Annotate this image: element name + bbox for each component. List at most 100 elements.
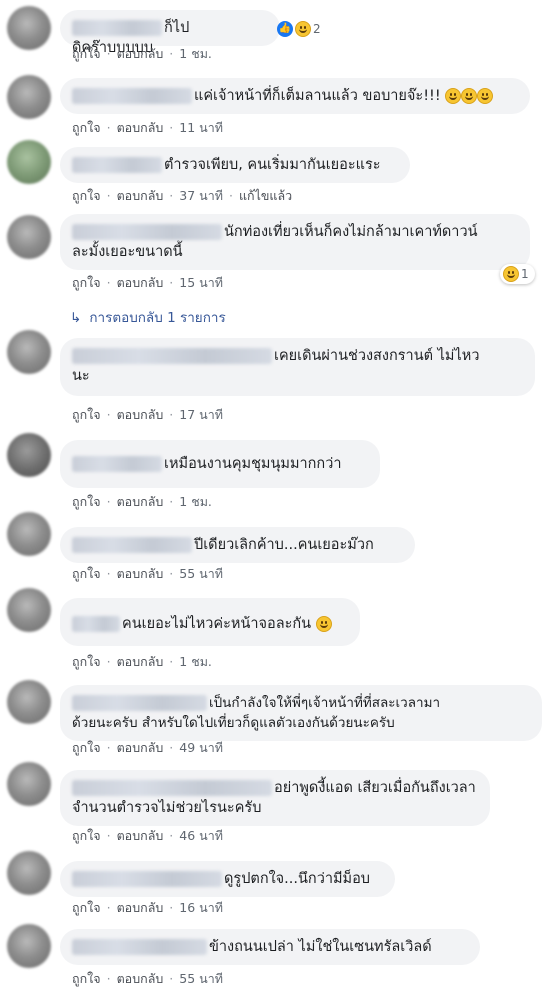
- comment-actions: ถูกใจ · ตอบกลับ · 46 นาที: [72, 828, 223, 843]
- avatar[interactable]: [7, 762, 51, 806]
- comment-text-line1: เป็นกำลังใจให้พี่ๆเจ้าหน้าที่ที่สละเวลาม…: [209, 695, 441, 711]
- grin-emoji-icon: [477, 88, 494, 104]
- like-reaction-icon: 👍: [277, 21, 293, 37]
- like-link[interactable]: ถูกใจ: [72, 900, 101, 915]
- timestamp[interactable]: 1 ชม.: [179, 46, 212, 61]
- comment-bubble: ตำรวจเพียบ, คนเริ่มมากันเยอะแระ: [60, 147, 410, 183]
- blurred-username[interactable]: [72, 157, 162, 173]
- comment-bubble: แค่เจ้าหน้าที่ก็เต็มลานแล้ว ขอบายจ๊ะ!!!: [60, 78, 530, 114]
- reaction-summary[interactable]: 1: [500, 264, 535, 284]
- comment-bubble: อย่าพูดงี้แอด เสียวเมื่อกันถึงเวลา จำนวน…: [60, 770, 490, 826]
- comment-actions: ถูกใจ · ตอบกลับ · 1 ชม.: [72, 46, 212, 61]
- like-link[interactable]: ถูกใจ: [72, 46, 101, 61]
- view-replies-link[interactable]: ↳ การตอบกลับ 1 รายการ: [70, 306, 226, 328]
- timestamp[interactable]: 11 นาที: [179, 120, 223, 135]
- reaction-count: 2: [313, 22, 321, 36]
- comment-text: ข้างถนนเปล่า ไม่ใช่ในเซนทรัลเวิลด์: [209, 939, 432, 955]
- timestamp[interactable]: 15 นาที: [179, 275, 223, 290]
- reply-arrow-icon: ↳: [70, 310, 82, 326]
- comment-text-line2: ด้วยนะครับ สำหรับใดไปเที่ยวก็ดูแลตัวเองก…: [72, 715, 395, 731]
- blurred-username[interactable]: [72, 939, 207, 955]
- wow-reaction-icon: [295, 21, 311, 37]
- blurred-username[interactable]: [72, 780, 272, 796]
- timestamp[interactable]: 16 นาที: [179, 900, 223, 915]
- comment-text-line1: เคยเดินผ่านช่วงสงกรานต์ ไม่ไหว: [274, 348, 480, 364]
- comment-text: ปีเดียวเลิกค้าบ...คนเยอะม๊วก: [194, 537, 374, 553]
- like-link[interactable]: ถูกใจ: [72, 828, 101, 843]
- reply-link[interactable]: ตอบกลับ: [117, 494, 164, 509]
- comment-text-line2: นะ: [72, 368, 90, 384]
- blurred-username[interactable]: [72, 695, 207, 711]
- comment-text: ตำรวจเพียบ, คนเริ่มมากันเยอะแระ: [164, 157, 381, 173]
- like-link[interactable]: ถูกใจ: [72, 566, 101, 581]
- comment-actions: ถูกใจ · ตอบกลับ · 1 ชม.: [72, 654, 212, 669]
- replies-label: การตอบกลับ 1 รายการ: [89, 310, 226, 326]
- blurred-username[interactable]: [72, 20, 162, 36]
- edited-label[interactable]: แก้ไขแล้ว: [239, 188, 292, 203]
- comment-bubble: เคยเดินผ่านช่วงสงกรานต์ ไม่ไหว นะ: [60, 338, 535, 396]
- blurred-username[interactable]: [72, 871, 222, 887]
- avatar[interactable]: [7, 215, 51, 259]
- comment-bubble: นักท่องเที่ยวเห็นก็คงไม่กล้ามาเคาท์ดาวน์…: [60, 214, 530, 270]
- like-link[interactable]: ถูกใจ: [72, 971, 101, 986]
- grin-emoji-icon: [315, 616, 332, 632]
- like-link[interactable]: ถูกใจ: [72, 740, 101, 755]
- like-link[interactable]: ถูกใจ: [72, 494, 101, 509]
- comment-actions: ถูกใจ · ตอบกลับ · 49 นาที: [72, 740, 223, 755]
- reply-link[interactable]: ตอบกลับ: [117, 900, 164, 915]
- timestamp[interactable]: 1 ชม.: [179, 654, 212, 669]
- comment-bubble: ดูรูปตกใจ...นึกว่ามีม็อบ: [60, 861, 395, 897]
- reply-link[interactable]: ตอบกลับ: [117, 188, 164, 203]
- reaction-summary[interactable]: 👍 2: [274, 19, 327, 39]
- avatar[interactable]: [7, 433, 51, 477]
- timestamp[interactable]: 55 นาที: [179, 971, 223, 986]
- avatar[interactable]: [7, 680, 51, 724]
- comment-text: ดูรูปตกใจ...นึกว่ามีม็อบ: [224, 871, 371, 887]
- reply-link[interactable]: ตอบกลับ: [117, 275, 164, 290]
- comment-actions: ถูกใจ · ตอบกลับ · 11 นาที: [72, 120, 223, 135]
- timestamp[interactable]: 49 นาที: [179, 740, 223, 755]
- like-link[interactable]: ถูกใจ: [72, 654, 101, 669]
- grin-emoji-icon: [461, 88, 478, 104]
- comment-bubble: ข้างถนนเปล่า ไม่ใช่ในเซนทรัลเวิลด์: [60, 929, 480, 965]
- timestamp[interactable]: 17 นาที: [179, 407, 223, 422]
- timestamp[interactable]: 37 นาที: [179, 188, 223, 203]
- comment-bubble: เป็นกำลังใจให้พี่ๆเจ้าหน้าที่ที่สละเวลาม…: [60, 685, 542, 741]
- reply-link[interactable]: ตอบกลับ: [117, 566, 164, 581]
- reply-link[interactable]: ตอบกลับ: [117, 654, 164, 669]
- blurred-username[interactable]: [72, 88, 192, 104]
- avatar[interactable]: [7, 140, 51, 184]
- blurred-username[interactable]: [72, 537, 192, 553]
- blurred-username[interactable]: [72, 456, 162, 472]
- like-link[interactable]: ถูกใจ: [72, 275, 101, 290]
- reply-link[interactable]: ตอบกลับ: [117, 46, 164, 61]
- comment-text: แค่เจ้าหน้าที่ก็เต็มลานแล้ว ขอบายจ๊ะ!!!: [194, 88, 441, 104]
- avatar[interactable]: [7, 75, 51, 119]
- avatar[interactable]: [7, 851, 51, 895]
- comment-actions: ถูกใจ · ตอบกลับ · 55 นาที: [72, 566, 223, 581]
- blurred-username[interactable]: [72, 348, 272, 364]
- like-link[interactable]: ถูกใจ: [72, 407, 101, 422]
- blurred-username[interactable]: [72, 224, 222, 240]
- blurred-username[interactable]: [72, 616, 120, 632]
- like-link[interactable]: ถูกใจ: [72, 188, 101, 203]
- reply-link[interactable]: ตอบกลับ: [117, 407, 164, 422]
- comment-text-line1: อย่าพูดงี้แอด เสียวเมื่อกันถึงเวลา: [274, 780, 476, 796]
- timestamp[interactable]: 55 นาที: [179, 566, 223, 581]
- timestamp[interactable]: 1 ชม.: [179, 494, 212, 509]
- like-link[interactable]: ถูกใจ: [72, 120, 101, 135]
- avatar[interactable]: [7, 924, 51, 968]
- comment-actions: ถูกใจ · ตอบกลับ · 37 นาที · แก้ไขแล้ว: [72, 188, 293, 203]
- comment-text: เหมือนงานคุมชุมนุมมากกว่า: [164, 456, 342, 472]
- reply-link[interactable]: ตอบกลับ: [117, 971, 164, 986]
- avatar[interactable]: [7, 512, 51, 556]
- avatar[interactable]: [7, 6, 51, 50]
- reply-link[interactable]: ตอบกลับ: [117, 828, 164, 843]
- grin-emoji-icon: [445, 88, 462, 104]
- comment-actions: ถูกใจ · ตอบกลับ · 16 นาที: [72, 900, 223, 915]
- avatar[interactable]: [7, 330, 51, 374]
- avatar[interactable]: [7, 588, 51, 632]
- timestamp[interactable]: 46 นาที: [179, 828, 223, 843]
- reply-link[interactable]: ตอบกลับ: [117, 120, 164, 135]
- reply-link[interactable]: ตอบกลับ: [117, 740, 164, 755]
